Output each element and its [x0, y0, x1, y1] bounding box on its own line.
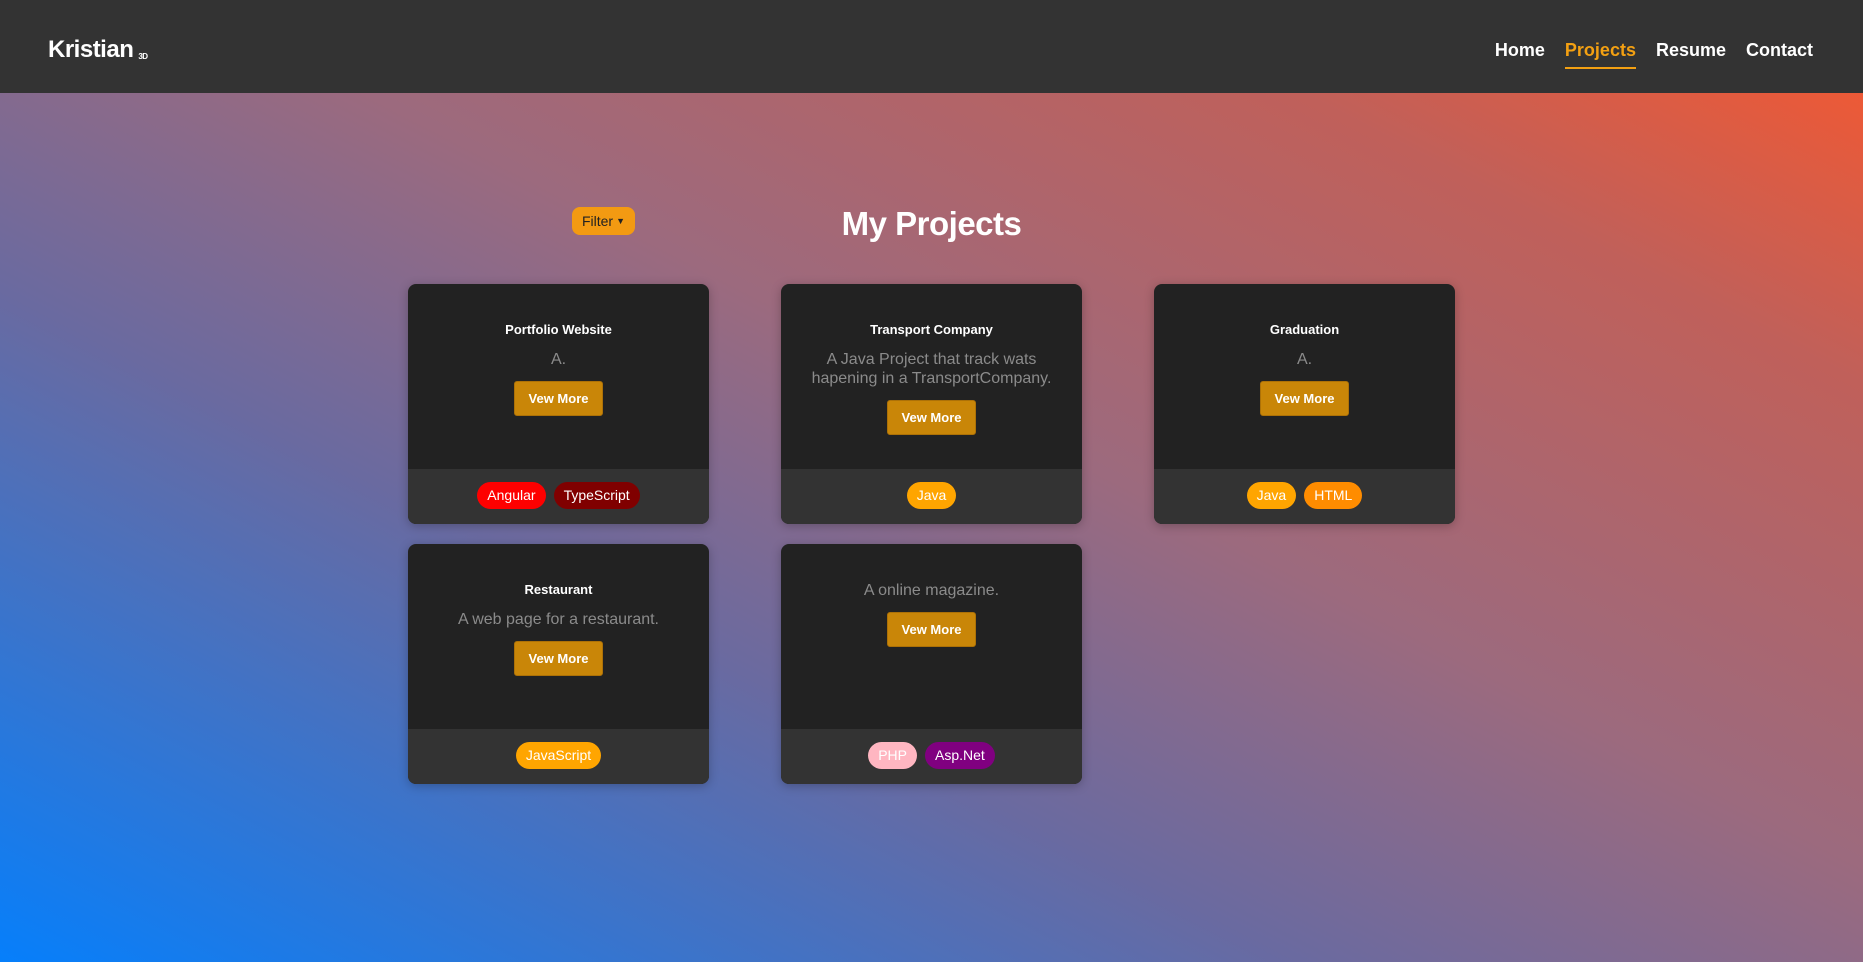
view-more-button[interactable]: Vew More: [1260, 381, 1349, 416]
project-description: A.: [550, 351, 567, 368]
tag-angular: Angular: [477, 482, 546, 509]
brand-name: Kristian: [48, 36, 134, 63]
card-tags: JavaScript: [408, 729, 709, 784]
project-title: Transport Company: [870, 322, 993, 337]
project-description: A web page for a restaurant.: [457, 611, 659, 628]
nav-contact[interactable]: Contact: [1746, 40, 1813, 69]
project-card: Portfolio Website A. Vew More Angular Ty…: [408, 284, 709, 524]
view-more-button[interactable]: Vew More: [514, 641, 603, 676]
project-description: A Java Project that track wats hapening …: [811, 351, 1052, 387]
project-title: Portfolio Website: [505, 322, 612, 337]
nav-resume[interactable]: Resume: [1656, 40, 1726, 69]
brand-superscript: 3D: [138, 52, 148, 61]
project-card: A online magazine. Vew More PHP Asp.Net: [781, 544, 1082, 784]
tag-aspnet: Asp.Net: [924, 742, 995, 769]
tag-html: HTML: [1304, 482, 1363, 509]
project-card: Transport Company A Java Project that tr…: [781, 284, 1082, 524]
main-nav: Home Projects Resume Contact: [1495, 40, 1813, 69]
card-tags: Angular TypeScript: [408, 469, 709, 524]
card-tags: Java: [781, 469, 1082, 524]
card-body: Transport Company A Java Project that tr…: [781, 284, 1082, 469]
card-tags: PHP Asp.Net: [781, 729, 1082, 784]
project-card: Graduation A. Vew More Java HTML: [1154, 284, 1455, 524]
view-more-button[interactable]: Vew More: [887, 612, 976, 647]
tag-php: PHP: [868, 742, 917, 769]
view-more-button[interactable]: Vew More: [887, 400, 976, 435]
tag-java: Java: [906, 482, 957, 509]
card-body: A online magazine. Vew More: [781, 544, 1082, 729]
project-title: Graduation: [1269, 322, 1340, 337]
tag-typescript: TypeScript: [553, 482, 640, 509]
view-more-button[interactable]: Vew More: [514, 381, 603, 416]
card-body: Portfolio Website A. Vew More: [408, 284, 709, 469]
project-description: A.: [1296, 351, 1313, 368]
site-header: Kristian 3D Home Projects Resume Contact: [0, 0, 1863, 93]
card-body: Restaurant A web page for a restaurant. …: [408, 544, 709, 729]
nav-home[interactable]: Home: [1495, 40, 1545, 69]
card-body: Graduation A. Vew More: [1154, 284, 1455, 469]
tag-javascript: JavaScript: [515, 742, 602, 769]
tag-java: Java: [1246, 482, 1297, 509]
brand-logo[interactable]: Kristian 3D: [48, 36, 148, 64]
project-title: Restaurant: [524, 582, 593, 597]
project-card: Restaurant A web page for a restaurant. …: [408, 544, 709, 784]
page-title: My Projects: [841, 205, 1022, 242]
card-tags: Java HTML: [1154, 469, 1455, 524]
project-description: A online magazine.: [863, 582, 1000, 599]
nav-projects[interactable]: Projects: [1564, 40, 1636, 69]
